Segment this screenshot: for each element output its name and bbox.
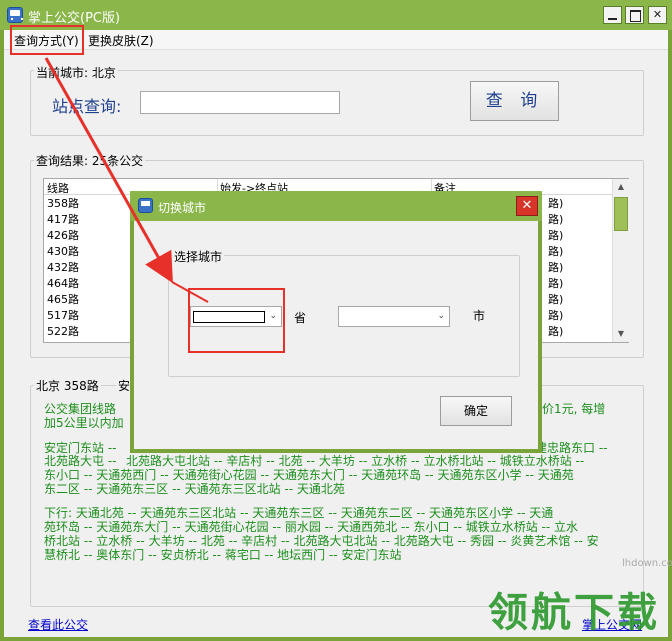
detail-line: 东二区 -- 天通苑东三区 -- 天通苑东三区北站 -- 天通北苑 xyxy=(44,482,345,496)
view-bus-link[interactable]: 查看此公交 xyxy=(28,616,88,633)
row-note: 路) xyxy=(548,245,564,258)
row-note: 路) xyxy=(548,309,564,322)
city-label: 市 xyxy=(473,309,486,323)
detail-line: 加5公里以内加 xyxy=(44,416,124,430)
table-row[interactable]: 465路 xyxy=(47,291,79,307)
table-row[interactable]: 517路 xyxy=(47,307,79,323)
station-query-label: 站点查询: xyxy=(52,97,122,116)
table-row[interactable]: 358路 xyxy=(47,195,79,211)
highlight-box-province xyxy=(188,288,285,353)
row-note: 路) xyxy=(548,197,564,210)
highlight-box-menu xyxy=(10,25,84,55)
title-bar[interactable]: 掌上公交(PC版) ✕ xyxy=(0,0,672,30)
query-button[interactable]: 查 询 xyxy=(470,81,559,121)
row-note: 路) xyxy=(548,277,564,290)
row-note: 路) xyxy=(548,213,564,226)
table-row[interactable]: 417路 xyxy=(47,211,79,227)
detail-line: 价1元, 每增 xyxy=(542,402,606,416)
detail-line: 慧桥北 -- 奥体东门 -- 安贞桥北 -- 蒋宅口 -- 地坛西门 -- 安定… xyxy=(44,548,402,562)
confirm-button[interactable]: 确定 xyxy=(440,396,512,426)
menu-bar: 查询方式(Y) 更换皮肤(Z) xyxy=(4,30,668,50)
maximize-button[interactable] xyxy=(625,6,644,24)
watermark-logo: 领航下载 xyxy=(488,590,660,636)
row-note: 路) xyxy=(548,293,564,306)
dialog-title-bar[interactable]: 切换城市 ✕ xyxy=(130,191,542,221)
bus-icon xyxy=(138,198,153,213)
table-row[interactable]: 464路 xyxy=(47,275,79,291)
row-note: 路) xyxy=(548,261,564,274)
minimize-button[interactable] xyxy=(603,6,622,24)
table-row[interactable]: 430路 xyxy=(47,243,79,259)
row-note: 路) xyxy=(548,229,564,242)
scroll-down-icon[interactable]: ▼ xyxy=(613,326,629,342)
dialog-title: 切换城市 xyxy=(158,201,207,215)
list-scrollbar[interactable]: ▲ ▼ xyxy=(612,179,629,342)
bus-icon xyxy=(7,7,23,23)
results-label: 查询结果: 25条公交 xyxy=(34,152,146,169)
scroll-thumb[interactable] xyxy=(614,197,628,231)
detail-title: 北京 358路 xyxy=(34,377,101,394)
select-city-label: 选择城市 xyxy=(172,248,225,265)
scroll-up-icon[interactable]: ▲ xyxy=(613,179,629,195)
table-row[interactable]: 522路 xyxy=(47,323,79,339)
close-button[interactable]: ✕ xyxy=(648,6,667,24)
table-row[interactable]: 426路 xyxy=(47,227,79,243)
current-city-label: 当前城市: 北京 xyxy=(34,64,118,81)
dialog-close-button[interactable]: ✕ xyxy=(516,196,538,216)
window-title: 掌上公交(PC版) xyxy=(28,11,121,26)
chevron-down-icon: ⌄ xyxy=(437,311,445,321)
city-select[interactable]: ⌄ xyxy=(338,306,450,327)
row-note: 路) xyxy=(548,325,564,338)
station-search-input[interactable] xyxy=(140,91,340,114)
table-row[interactable]: 432路 xyxy=(47,259,79,275)
province-label: 省 xyxy=(294,311,307,325)
menu-change-skin[interactable]: 更换皮肤(Z) xyxy=(88,32,154,49)
watermark-url: lhdown.com xyxy=(622,558,672,569)
column-header-line[interactable]: 线路 xyxy=(47,180,69,196)
